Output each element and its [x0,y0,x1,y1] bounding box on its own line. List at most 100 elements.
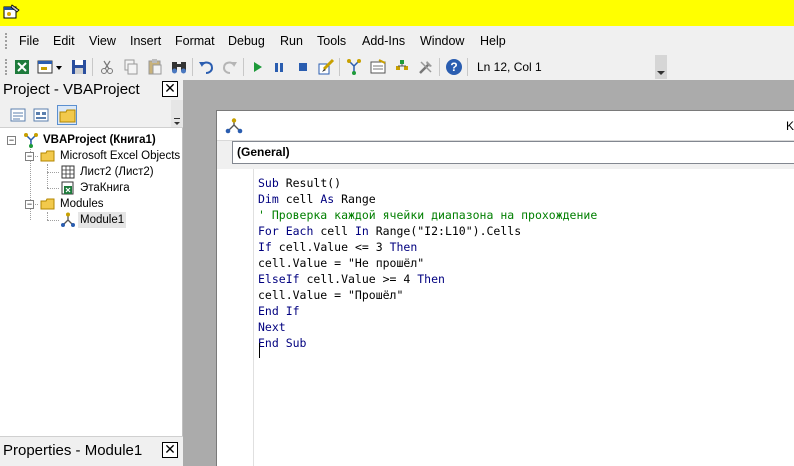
standard-toolbar: ? Ln 12, Col 1 [0,54,794,80]
toolbar-options-button[interactable] [655,55,667,79]
toolbar-separator [243,58,244,76]
code-keyword: Sub [258,176,286,190]
menu-run[interactable]: Run [280,34,303,48]
code-keyword: In [354,224,376,238]
menu-help[interactable]: Help [480,34,506,48]
code-line: For Each cell In Range("I2:L10").Cells [258,223,521,239]
vbaproject-icon [23,132,39,148]
view-code-button[interactable] [8,105,28,125]
folder-icon [59,109,76,123]
insert-userform-icon[interactable] [37,58,55,76]
design-mode-icon[interactable] [317,58,335,76]
properties-pane-header: Properties - Module1 ✕ [0,436,183,466]
tree-label-module1: Module1 [78,212,127,228]
excel-view-icon[interactable] [13,58,31,76]
menu-insert[interactable]: Insert [130,34,161,48]
folder-open-icon [40,148,56,164]
tree-item-vbaproject[interactable]: − VBAProject (Книга1) [0,132,183,148]
help-icon[interactable]: ? [445,58,463,76]
code-text: cell [285,192,321,206]
module-icon [225,118,243,134]
toolbox-icon[interactable] [417,58,435,76]
menu-tools[interactable]: Tools [317,34,346,48]
reset-icon[interactable] [294,58,312,76]
menu-view[interactable]: View [89,34,116,48]
object-selector-dropdown[interactable]: (General) [232,141,794,164]
code-keyword: End Sub [258,336,307,350]
code-line: ElseIf cell.Value >= 4 Then [258,271,445,287]
code-editor[interactable]: Sub Result() Dim cell As Range ' Проверка … [257,169,794,466]
collapse-toggle[interactable]: − [7,136,16,145]
code-keyword: Dim [258,192,286,206]
close-properties-pane-button[interactable]: ✕ [162,442,178,458]
insert-dropdown-icon[interactable] [54,58,64,76]
code-comment: ' Проверка каждой ячейки диапазона на пр… [258,208,598,222]
properties-icon[interactable] [369,58,387,76]
folder-open-icon [40,196,56,212]
tree-item-sheet[interactable]: Лист2 (Лист2) [0,164,183,180]
collapse-toggle[interactable]: − [25,200,34,209]
find-icon[interactable] [170,58,188,76]
project-tree: − VBAProject (Книга1) − Microsoft Excel … [0,128,183,436]
code-keyword: ElseIf [258,272,307,286]
menu-file[interactable]: File [19,34,39,48]
toolbar-separator [92,58,93,76]
code-line: End Sub [258,335,306,351]
toggle-folders-button[interactable] [57,105,77,125]
close-project-pane-button[interactable]: ✕ [162,81,178,97]
menu-addins[interactable]: Add-Ins [362,34,405,48]
menu-debug[interactable]: Debug [228,34,265,48]
copy-icon[interactable] [122,58,140,76]
tree-label-workbook: ЭтаКнига [80,182,130,194]
code-text: cell.Value >= 4 [306,272,418,286]
redo-icon[interactable] [221,58,239,76]
code-line: cell.Value = "Не прошёл" [258,255,424,271]
break-icon[interactable] [270,58,288,76]
code-text: cell.Value <= 3 [278,240,390,254]
code-line: Next [258,319,286,335]
project-pane-toolbar [0,100,183,128]
code-window-titlebar[interactable]: K [217,111,794,141]
code-line: End If [258,303,300,319]
project-toolbar-overflow[interactable] [171,100,183,127]
code-window-title: K [786,119,794,133]
code-text: Range [341,192,376,206]
margin-indicator-bar[interactable] [232,169,254,466]
cut-icon[interactable] [98,58,116,76]
view-object-button[interactable] [31,105,51,125]
object-browser-icon[interactable] [393,58,411,76]
tree-label-sheet: Лист2 (Лист2) [80,166,154,178]
toolbar-separator [192,58,193,76]
tree-label-excel-objects: Microsoft Excel Objects [60,150,181,162]
run-icon[interactable] [248,58,266,76]
save-icon[interactable] [70,58,88,76]
workbook-icon [60,180,76,196]
menu-bar-grip[interactable] [5,33,9,49]
undo-icon[interactable] [197,58,215,76]
menu-format[interactable]: Format [175,34,215,48]
chevron-down-icon [657,71,665,75]
code-text: Range("I2:L10").Cells [375,224,522,238]
tree-item-module1[interactable]: Module1 [0,212,183,228]
vba-editor-icon [3,4,21,20]
code-line: Sub Result() [258,175,341,191]
collapse-toggle[interactable]: − [25,152,34,161]
project-explorer-icon[interactable] [345,58,363,76]
tree-item-workbook[interactable]: ЭтаКнига [0,180,183,196]
toolbar-separator [439,58,440,76]
title-bar [0,0,794,26]
code-line: ' Проверка каждой ячейки диапазона на пр… [258,207,597,223]
code-keyword: For Each [258,224,321,238]
menu-window[interactable]: Window [420,34,464,48]
menu-edit[interactable]: Edit [53,34,75,48]
tree-item-excel-objects[interactable]: − Microsoft Excel Objects [0,148,183,164]
menu-bar: File Edit View Insert Format Debug Run T… [0,26,794,54]
cursor-position-indicator: Ln 12, Col 1 [477,60,542,74]
module-icon [60,212,76,228]
code-window: K (General) Sub Result() Dim cell As Rang… [216,110,794,466]
tree-item-modules[interactable]: − Modules [0,196,183,212]
tree-label-modules: Modules [60,198,104,210]
paste-icon[interactable] [146,58,164,76]
toolbar-grip[interactable] [5,59,9,75]
code-keyword: Then [389,240,418,254]
